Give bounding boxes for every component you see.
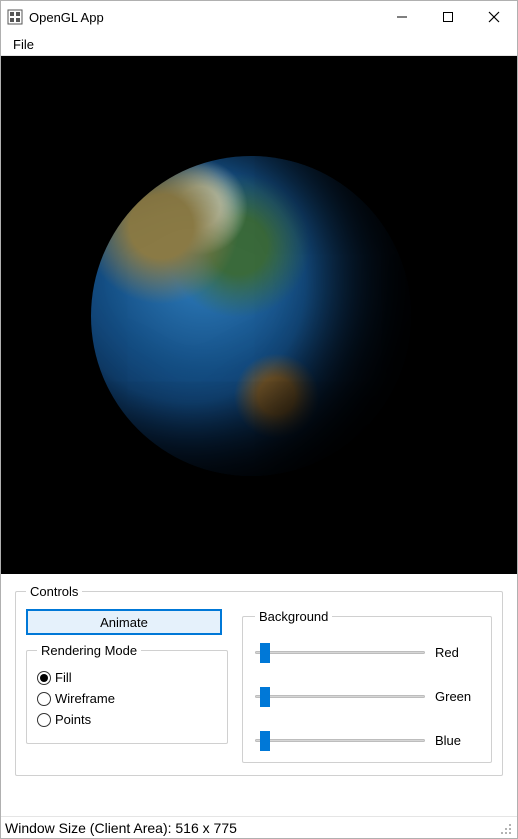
slider-thumb bbox=[260, 687, 270, 707]
app-icon bbox=[7, 9, 23, 25]
rendering-mode-legend: Rendering Mode bbox=[37, 643, 141, 658]
slider-red-label: Red bbox=[435, 645, 479, 660]
slider-green-label: Green bbox=[435, 689, 479, 704]
radio-fill-label: Fill bbox=[55, 670, 72, 685]
earth-globe bbox=[91, 156, 411, 476]
window-controls bbox=[379, 1, 517, 33]
statusbar-text: Window Size (Client Area): 516 x 775 bbox=[5, 820, 237, 836]
slider-thumb bbox=[260, 643, 270, 663]
slider-red[interactable] bbox=[255, 642, 425, 662]
radio-wireframe[interactable]: Wireframe bbox=[37, 691, 217, 706]
slider-blue[interactable] bbox=[255, 730, 425, 750]
controls-legend: Controls bbox=[26, 584, 82, 599]
radio-points[interactable]: Points bbox=[37, 712, 217, 727]
titlebar: OpenGL App bbox=[1, 1, 517, 33]
radio-points-label: Points bbox=[55, 712, 91, 727]
statusbar: Window Size (Client Area): 516 x 775 bbox=[1, 816, 517, 838]
background-legend: Background bbox=[255, 609, 332, 624]
slider-green-row: Green bbox=[255, 686, 479, 706]
rendering-mode-group: Rendering Mode Fill Wireframe Points bbox=[26, 643, 228, 744]
resize-grip-icon[interactable] bbox=[497, 820, 513, 836]
minimize-button[interactable] bbox=[379, 1, 425, 33]
slider-blue-label: Blue bbox=[435, 733, 479, 748]
close-button[interactable] bbox=[471, 1, 517, 33]
radio-icon bbox=[37, 671, 51, 685]
radio-wireframe-label: Wireframe bbox=[55, 691, 115, 706]
menu-file[interactable]: File bbox=[7, 35, 40, 54]
controls-group: Controls Animate Rendering Mode Fill Wir… bbox=[15, 584, 503, 776]
slider-thumb bbox=[260, 731, 270, 751]
background-group: Background Red bbox=[242, 609, 492, 763]
opengl-viewport[interactable] bbox=[1, 56, 517, 574]
menubar: File bbox=[1, 33, 517, 55]
radio-icon bbox=[37, 692, 51, 706]
maximize-button[interactable] bbox=[425, 1, 471, 33]
animate-button[interactable]: Animate bbox=[26, 609, 222, 635]
slider-green[interactable] bbox=[255, 686, 425, 706]
app-window: OpenGL App File Controls bbox=[0, 0, 518, 839]
radio-icon bbox=[37, 713, 51, 727]
window-title: OpenGL App bbox=[29, 10, 104, 25]
slider-red-row: Red bbox=[255, 642, 479, 662]
controls-area: Controls Animate Rendering Mode Fill Wir… bbox=[1, 574, 517, 816]
slider-blue-row: Blue bbox=[255, 730, 479, 750]
radio-fill[interactable]: Fill bbox=[37, 670, 217, 685]
